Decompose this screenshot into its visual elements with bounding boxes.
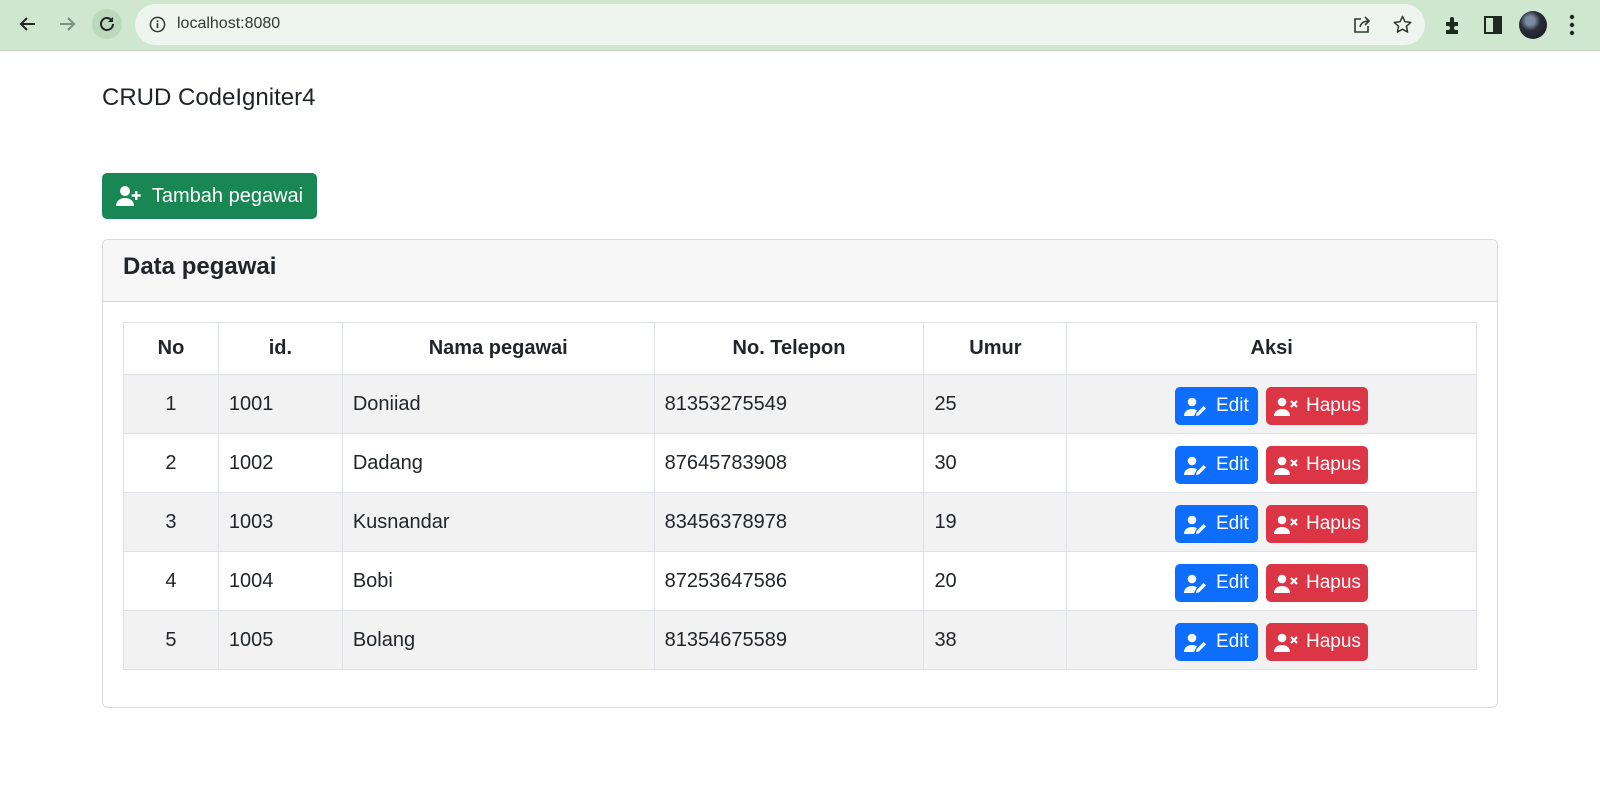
back-button[interactable]	[13, 9, 43, 39]
cell-id: 1003	[217, 492, 343, 552]
cell-actions: Edit Hapus	[1066, 433, 1477, 493]
edit-label: Edit	[1216, 572, 1249, 593]
user-edit-icon	[1184, 456, 1206, 475]
edit-button[interactable]: Edit	[1174, 387, 1258, 425]
cell-age: 20	[923, 551, 1068, 611]
table-row: 1 1001 Doniiad 81353275549 25 Edit Hapus	[123, 374, 1477, 434]
cell-age: 19	[923, 492, 1068, 552]
cell-id: 1001	[217, 374, 343, 434]
delete-button[interactable]: Hapus	[1266, 623, 1369, 661]
user-edit-icon	[1184, 397, 1206, 416]
table-header-row: No id. Nama pegawai No. Telepon Umur Aks…	[123, 322, 1477, 375]
edit-button[interactable]: Edit	[1174, 623, 1258, 661]
column-header-no: No	[123, 322, 219, 375]
cell-no: 1	[123, 374, 219, 434]
user-edit-icon	[1184, 633, 1206, 652]
cell-name: Bobi	[341, 551, 655, 611]
user-xmark-icon	[1273, 397, 1298, 416]
edit-label: Edit	[1216, 454, 1249, 475]
star-icon[interactable]	[1392, 14, 1413, 35]
cell-phone: 87253647586	[653, 551, 925, 611]
user-xmark-icon	[1273, 456, 1298, 475]
arrow-right-icon	[60, 17, 76, 31]
cell-actions: Edit Hapus	[1066, 492, 1477, 552]
cell-actions: Edit Hapus	[1066, 610, 1477, 670]
cell-no: 2	[123, 433, 219, 493]
edit-button[interactable]: Edit	[1174, 564, 1258, 602]
delete-label: Hapus	[1305, 631, 1361, 652]
cell-name: Kusnandar	[341, 492, 655, 552]
cell-name: Dadang	[341, 433, 655, 493]
cell-actions: Edit Hapus	[1066, 374, 1477, 434]
table-row: 2 1002 Dadang 87645783908 30 Edit Hapus	[123, 433, 1477, 493]
cell-actions: Edit Hapus	[1066, 551, 1477, 611]
column-header-name: Nama pegawai	[341, 322, 655, 375]
cell-id: 1004	[217, 551, 343, 611]
edit-label: Edit	[1216, 631, 1249, 652]
column-header-phone: No. Telepon	[653, 322, 925, 375]
table-row: 3 1003 Kusnandar 83456378978 19 Edit Hap…	[123, 492, 1477, 552]
cell-name: Bolang	[341, 610, 655, 670]
add-employee-button[interactable]: Tambah pegawai	[102, 173, 317, 219]
column-header-id: id.	[217, 322, 343, 375]
add-employee-label: Tambah pegawai	[151, 184, 304, 207]
user-edit-icon	[1184, 515, 1206, 534]
share-icon[interactable]	[1352, 15, 1372, 35]
info-icon[interactable]	[149, 16, 166, 33]
reload-icon	[100, 17, 114, 31]
cell-id: 1005	[217, 610, 343, 670]
user-xmark-icon	[1273, 574, 1298, 593]
extensions-icon[interactable]	[1442, 14, 1464, 36]
delete-label: Hapus	[1305, 513, 1361, 534]
edit-button[interactable]: Edit	[1174, 505, 1258, 543]
column-header-action: Aksi	[1066, 322, 1477, 375]
url-text[interactable]: localhost:8080	[177, 15, 280, 33]
edit-label: Edit	[1216, 395, 1249, 416]
employee-table: No id. Nama pegawai No. Telepon Umur Aks…	[123, 322, 1477, 670]
arrow-left-icon	[19, 17, 35, 31]
page-title: CRUD CodeIgniter4	[102, 84, 316, 111]
delete-button[interactable]: Hapus	[1266, 446, 1369, 484]
user-xmark-icon	[1273, 633, 1298, 652]
user-edit-icon	[1184, 574, 1206, 593]
edit-label: Edit	[1216, 513, 1249, 534]
browser-toolbar: localhost:8080	[0, 0, 1600, 51]
cell-age: 38	[923, 610, 1068, 670]
cell-no: 4	[123, 551, 219, 611]
reload-button[interactable]	[92, 9, 122, 39]
more-vert-icon[interactable]	[1568, 13, 1576, 37]
user-xmark-icon	[1273, 515, 1298, 534]
cell-phone: 81354675589	[653, 610, 925, 670]
cell-phone: 83456378978	[653, 492, 925, 552]
cell-id: 1002	[217, 433, 343, 493]
delete-button[interactable]: Hapus	[1266, 387, 1369, 425]
delete-button[interactable]: Hapus	[1266, 505, 1369, 543]
delete-label: Hapus	[1305, 454, 1361, 475]
column-header-age: Umur	[923, 322, 1068, 375]
delete-button[interactable]: Hapus	[1266, 564, 1369, 602]
card-title: Data pegawai	[103, 240, 1497, 302]
side-panel-icon[interactable]	[1482, 14, 1504, 36]
cell-no: 5	[123, 610, 219, 670]
cell-age: 30	[923, 433, 1068, 493]
delete-label: Hapus	[1305, 572, 1361, 593]
cell-no: 3	[123, 492, 219, 552]
employee-card: Data pegawai No id. Nama pegawai No. Tel…	[102, 239, 1498, 708]
table-row: 5 1005 Bolang 81354675589 38 Edit Hapus	[123, 610, 1477, 670]
user-plus-icon	[115, 186, 141, 206]
cell-phone: 87645783908	[653, 433, 925, 493]
cell-name: Doniiad	[341, 374, 655, 434]
address-bar[interactable]: localhost:8080	[135, 4, 1425, 45]
cell-phone: 81353275549	[653, 374, 925, 434]
cell-age: 25	[923, 374, 1068, 434]
profile-avatar[interactable]	[1519, 11, 1547, 39]
edit-button[interactable]: Edit	[1174, 446, 1258, 484]
table-row: 4 1004 Bobi 87253647586 20 Edit Hapus	[123, 551, 1477, 611]
forward-button[interactable]	[52, 9, 82, 39]
delete-label: Hapus	[1305, 395, 1361, 416]
